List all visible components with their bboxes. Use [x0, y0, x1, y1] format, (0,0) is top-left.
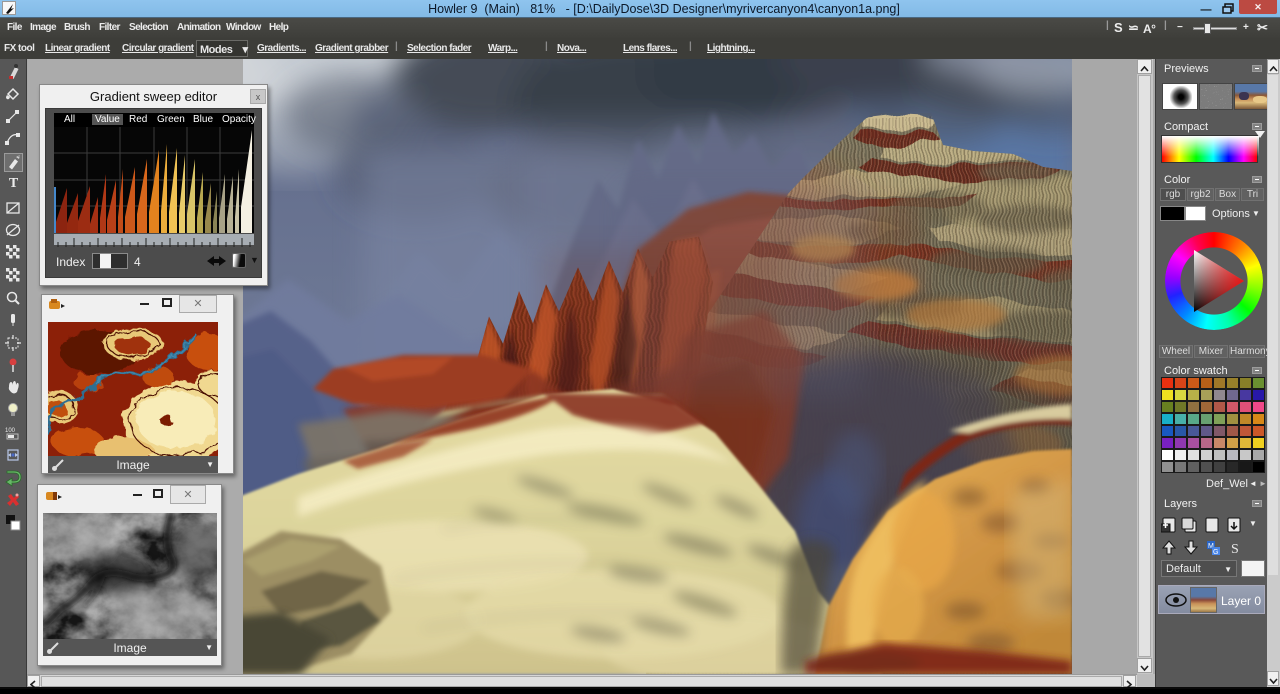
svg-text:S: S	[1231, 542, 1239, 557]
svg-text:100: 100	[5, 428, 16, 434]
svg-text:G: G	[1213, 549, 1218, 556]
